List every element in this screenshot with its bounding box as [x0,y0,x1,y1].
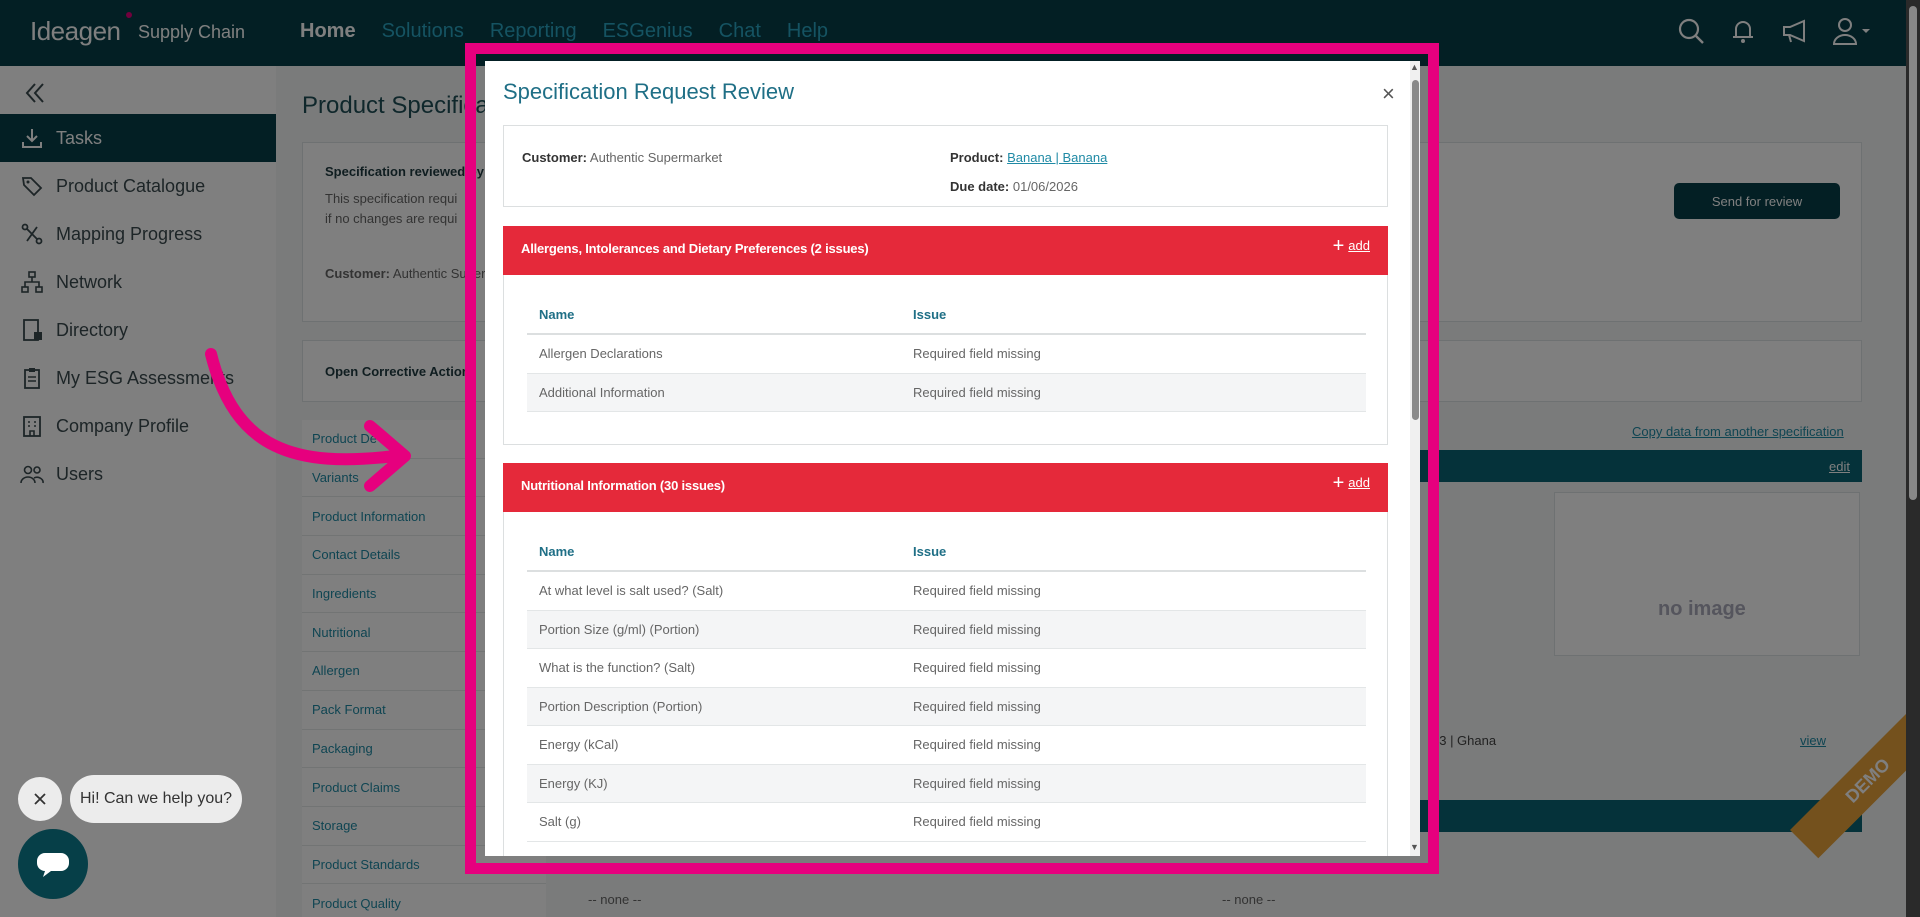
highlight-frame [465,43,1439,874]
close-icon [34,793,46,805]
chat-launcher-button[interactable] [18,829,88,899]
chat-close-button[interactable] [18,777,62,821]
highlight-arrow-icon [205,348,411,492]
window-scroll-thumb[interactable] [1909,6,1917,500]
chat-greeting[interactable]: Hi! Can we help you? [70,775,242,823]
chat-icon [37,853,69,877]
